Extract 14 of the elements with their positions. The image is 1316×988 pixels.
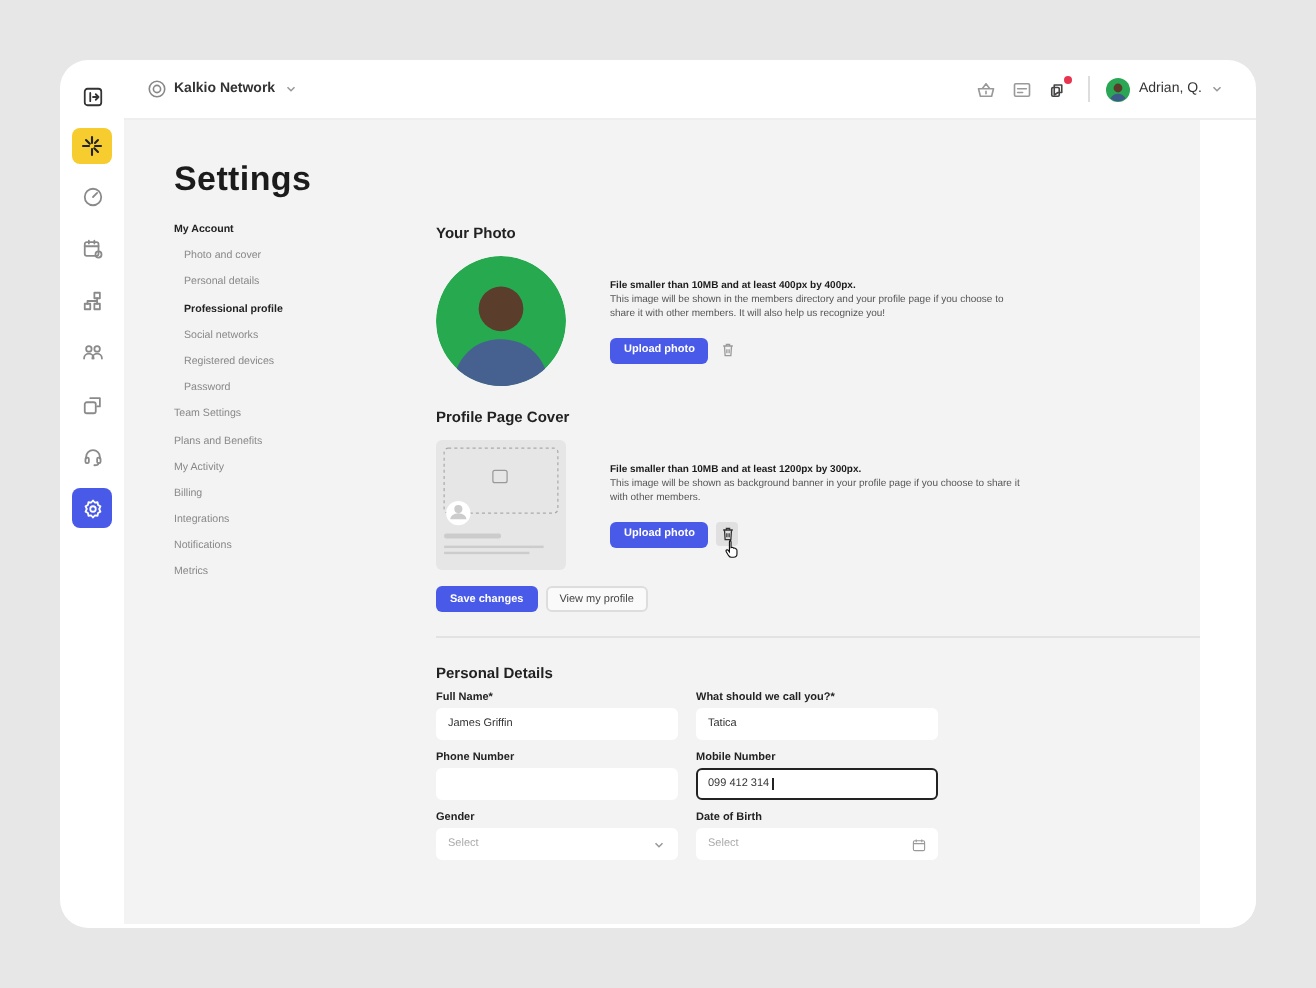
settings-icon[interactable] [72, 488, 112, 528]
hand-cursor-icon [724, 537, 740, 557]
basket-icon[interactable] [976, 79, 997, 99]
avatar-photo-placeholder [436, 256, 566, 386]
chevron-down-icon [652, 837, 666, 851]
chevron-down-icon [283, 82, 298, 96]
page-title: Settings [174, 160, 314, 200]
calendar-icon [912, 837, 926, 851]
card-icon[interactable] [1012, 79, 1033, 99]
chevron-down-icon [1210, 82, 1224, 96]
avatar-icon [1106, 77, 1131, 101]
target-icon [148, 80, 166, 98]
cover-placeholder-drawing [436, 440, 566, 570]
logo-icon [72, 128, 112, 164]
